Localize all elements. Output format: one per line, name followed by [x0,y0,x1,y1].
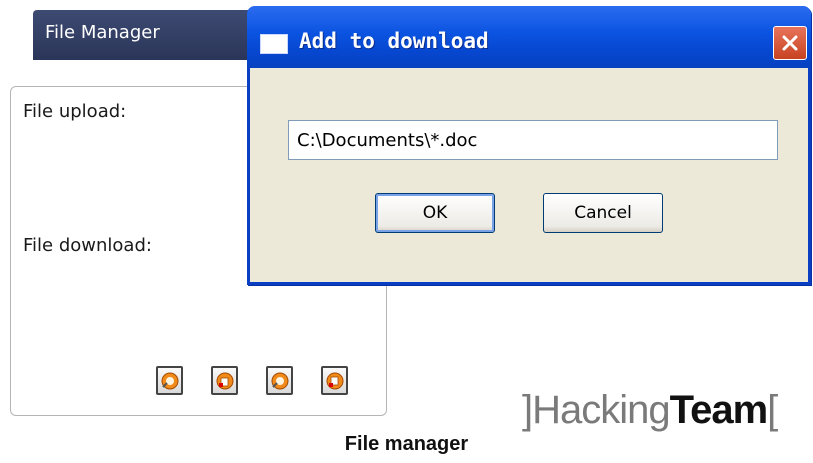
ok-button[interactable]: OK [375,193,495,233]
brand-logo: ]HackingTeam[ [522,388,778,433]
brand-logo-part1: ]Hacking [522,388,671,432]
download-icon [271,372,288,389]
dialog-titlebar[interactable]: Add to download [247,6,811,68]
download-button[interactable] [266,366,293,395]
add-download-button[interactable] [211,366,238,395]
add-to-download-dialog: Add to download OK Cancel [247,6,811,285]
file-manager-tab-label: File Manager [45,22,160,43]
path-input[interactable] [288,120,778,160]
window-icon [260,34,288,54]
remove-icon [326,372,343,389]
remove-download-button[interactable] [321,366,348,395]
upload-button[interactable] [156,366,183,395]
cancel-button[interactable]: Cancel [543,193,663,233]
file-download-label: File download: [23,235,152,256]
dialog-title: Add to download [299,29,489,53]
figure-caption: File manager [344,433,469,455]
file-upload-label: File upload: [23,101,127,122]
add-download-icon [216,372,233,389]
close-icon [782,35,798,51]
close-button[interactable] [773,26,807,60]
file-manager-tab[interactable]: File Manager [33,10,263,60]
brand-logo-part2: Team [669,388,769,432]
brand-logo-part3: [ [767,388,778,432]
upload-icon [161,372,178,389]
